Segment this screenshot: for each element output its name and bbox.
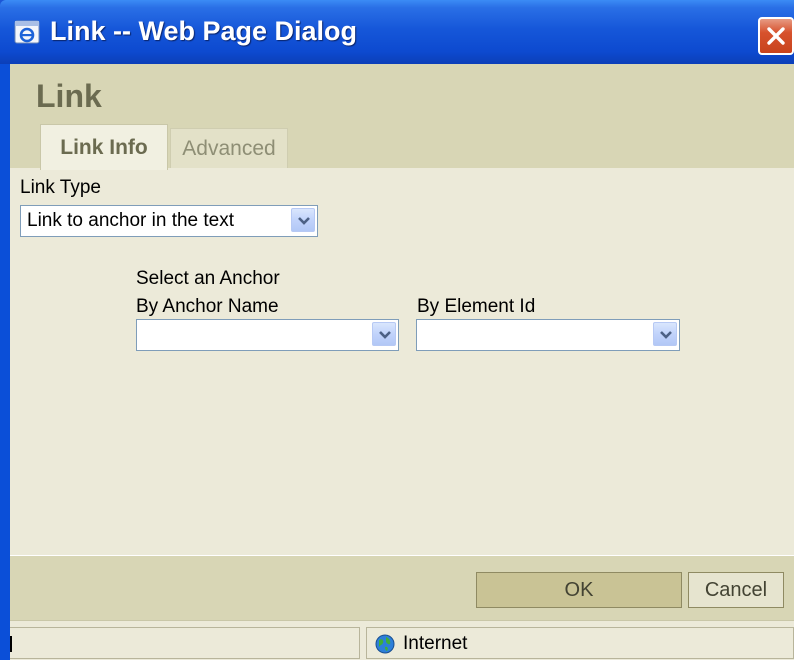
dialog-window: Link -- Web Page Dialog Link Link Info A… [0,0,794,660]
dropdown-button[interactable] [291,208,315,232]
globe-icon [375,634,395,654]
chevron-down-icon [298,217,310,225]
status-caret [10,636,12,652]
tab-link-info[interactable]: Link Info [40,124,168,170]
ie-page-icon [14,20,40,44]
element-id-select[interactable] [416,319,680,351]
by-anchor-name-label: By Anchor Name [136,296,279,317]
security-zone-label: Internet [403,633,468,654]
dialog-heading: Link [36,78,102,114]
title-bar[interactable]: Link -- Web Page Dialog [0,0,794,64]
tab-label: Advanced [182,136,276,160]
link-type-label: Link Type [20,177,101,198]
link-type-select[interactable]: Link to anchor in the text [20,205,318,237]
dialog-header: Link Link Info Advanced [10,64,794,170]
ok-button-label: OK [564,578,594,601]
link-type-value: Link to anchor in the text [27,210,235,231]
dialog-client-area: Link Link Info Advanced Link Type Link t… [10,64,794,660]
anchor-name-select[interactable] [136,319,399,351]
ok-button[interactable]: OK [476,572,682,608]
close-icon [767,27,785,45]
dropdown-button[interactable] [653,322,677,346]
close-button[interactable] [758,17,794,55]
cancel-button-label: Cancel [704,578,768,601]
status-bar: Internet [10,620,794,660]
tab-advanced[interactable]: Advanced [170,128,288,168]
chevron-down-icon [660,331,672,339]
status-pane-main [10,627,360,659]
dropdown-button[interactable] [372,322,396,346]
select-anchor-label: Select an Anchor [136,268,280,289]
tab-label: Link Info [60,135,148,159]
by-element-id-label: By Element Id [417,296,536,317]
chevron-down-icon [379,331,391,339]
cancel-button[interactable]: Cancel [688,572,784,608]
status-pane-zone: Internet [366,627,794,659]
window-frame-left [0,64,10,660]
window-title: Link -- Web Page Dialog [50,16,358,46]
